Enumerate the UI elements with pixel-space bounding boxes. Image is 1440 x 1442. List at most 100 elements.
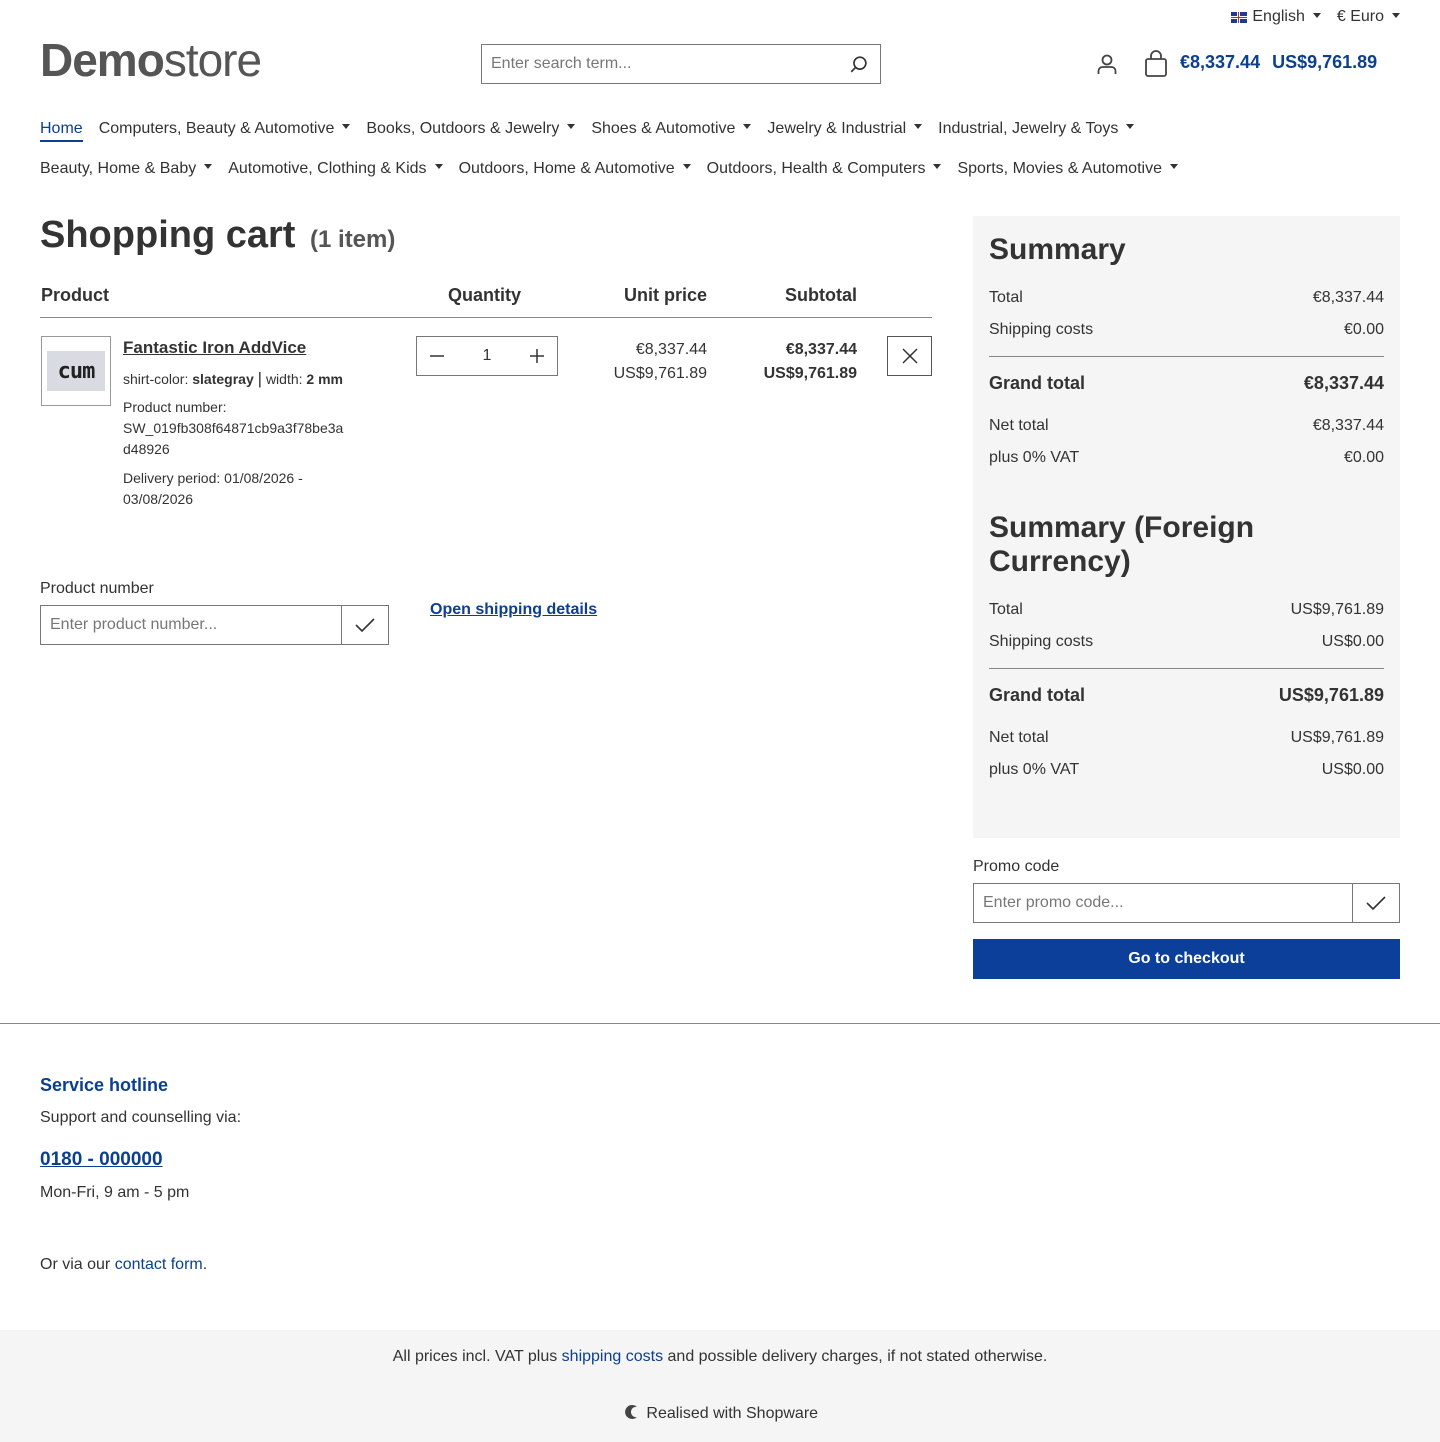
nav-label: Computers, Beauty & Automotive [98, 120, 335, 137]
option-label: width: [265, 371, 303, 387]
language-label: English [1252, 8, 1305, 25]
nav-beauty-home-baby[interactable]: Beauty, Home & Baby [40, 158, 213, 180]
title-line: Currency) [989, 545, 1131, 578]
logo-bold: Demo [40, 34, 165, 86]
summary-vat: plus 0% VAT €0.00 [989, 449, 1384, 467]
summary-label: plus 0% VAT [989, 449, 1080, 466]
go-to-checkout-button[interactable]: Go to checkout [973, 939, 1400, 979]
nav-sports-movies-automotive[interactable]: Sports, Movies & Automotive [957, 158, 1178, 180]
open-shipping-details-link[interactable]: Open shipping details [430, 601, 597, 619]
delivery-period: Delivery period: 01/08/2026 - 03/08/2026 [123, 468, 303, 510]
nav-home[interactable]: Home [40, 118, 83, 142]
footer-bottom: All prices incl. VAT plus shipping costs… [0, 1330, 1440, 1442]
foreign-vat: plus 0% VAT US$0.00 [989, 761, 1384, 779]
hotline-phone-link[interactable]: 0180 - 000000 [40, 1149, 163, 1171]
summary-value: €0.00 [1343, 321, 1384, 338]
vat-post: and possible delivery charges, if not st… [667, 1348, 1048, 1365]
summary-label: Total [989, 601, 1023, 618]
add-product-button[interactable] [341, 606, 388, 644]
nav-label: Industrial, Jewelry & Toys [938, 120, 1119, 137]
chevron-down-icon [1169, 164, 1178, 170]
vat-pre: All prices incl. VAT plus [392, 1348, 558, 1365]
quantity-stepper: 1 [416, 336, 558, 376]
nav-label: Jewelry & Industrial [767, 120, 907, 137]
currency-dropdown[interactable]: € Euro [1337, 6, 1400, 28]
search-icon[interactable] [848, 54, 870, 76]
contact-text: Or via our contact form. [40, 1256, 207, 1274]
store-logo[interactable]: Demostore [40, 34, 262, 86]
topbar: English € Euro [1231, 6, 1400, 28]
line-subtotal: €8,337.44 US$9,761.89 [764, 338, 857, 386]
product-number-info: Product number: SW_019fb308f64871cb9a3f7… [123, 397, 343, 460]
nav-shoes-automotive[interactable]: Shoes & Automotive [591, 118, 752, 142]
nav-label: Beauty, Home & Baby [40, 160, 197, 177]
decrease-quantity-button[interactable] [417, 337, 457, 375]
chevron-down-icon [933, 164, 942, 170]
option-label: shirt-color: [123, 371, 189, 387]
quantity-value[interactable]: 1 [457, 347, 517, 365]
summary-net: Net total €8,337.44 [989, 417, 1384, 435]
cart-total-eur: €8,337.44 [1180, 52, 1261, 72]
summary-label: Net total [989, 417, 1049, 434]
checkmark-icon [1366, 896, 1386, 911]
nav-automotive-clothing-kids[interactable]: Automotive, Clothing & Kids [228, 158, 443, 180]
summary-label: Grand total [989, 685, 1086, 705]
contact-form-link[interactable]: contact form [115, 1256, 203, 1273]
cart-icon[interactable] [1143, 50, 1169, 78]
chevron-down-icon [1126, 124, 1135, 130]
product-number-label: Product number [40, 580, 154, 597]
summary-value: €8,337.44 [1303, 373, 1384, 393]
cart-total-usd: US$9,761.89 [1272, 52, 1378, 72]
account-icon[interactable] [1095, 52, 1119, 76]
nav-label: Sports, Movies & Automotive [957, 160, 1162, 177]
nav-industrial-jewelry-toys[interactable]: Industrial, Jewelry & Toys [938, 118, 1135, 142]
chevron-down-icon [1392, 12, 1400, 18]
promo-code-form [973, 883, 1400, 923]
summary-label: Grand total [989, 373, 1086, 393]
product-number-value: SW_019fb308f64871cb9a3f78be3a [123, 420, 344, 436]
chevron-down-icon [567, 124, 576, 130]
support-text: Support and counselling via: [40, 1109, 242, 1126]
plus-icon [530, 349, 544, 363]
product-number-input[interactable] [41, 606, 341, 644]
hotline-hours: Mon-Fri, 9 am - 5 pm [40, 1184, 190, 1201]
nav-computers-beauty-automotive[interactable]: Computers, Beauty & Automotive [99, 118, 351, 142]
summary-value: €8,337.44 [1312, 417, 1384, 434]
summary-label: Shipping costs [989, 633, 1094, 650]
nav-outdoors-home-automotive[interactable]: Outdoors, Home & Automotive [459, 158, 691, 180]
promo-code-label: Promo code [973, 858, 1060, 875]
checkmark-icon [355, 618, 375, 633]
close-icon [901, 348, 918, 364]
currency-label: € Euro [1336, 8, 1384, 25]
nav-label: Shoes & Automotive [591, 120, 736, 137]
search-input[interactable] [482, 45, 822, 83]
summary-value: US$9,761.89 [1278, 685, 1384, 705]
nav-books-outdoors-jewelry[interactable]: Books, Outdoors & Jewelry [366, 118, 576, 142]
unit-price: €8,337.44 US$9,761.89 [614, 338, 707, 386]
foreign-grand-total: Grand total US$9,761.89 [989, 685, 1384, 706]
nav-jewelry-industrial[interactable]: Jewelry & Industrial [767, 118, 923, 142]
delivery-line: 03/08/2026 [123, 491, 194, 507]
shipping-costs-link[interactable]: shipping costs [562, 1348, 663, 1365]
increase-quantity-button[interactable] [517, 337, 557, 375]
item-count: (1 item) [310, 226, 396, 253]
powered-by[interactable]: Realised with Shopware [0, 1404, 1440, 1423]
unit-price-eur: €8,337.44 [635, 341, 707, 358]
summary-grand-total: Grand total €8,337.44 [989, 373, 1384, 394]
apply-promo-button[interactable] [1352, 884, 1399, 922]
summary-panel: Summary Total €8,337.44 Shipping costs €0.… [973, 216, 1400, 838]
remove-item-button[interactable] [887, 336, 932, 376]
chevron-down-icon [434, 164, 443, 170]
language-dropdown[interactable]: English [1231, 6, 1321, 28]
cart-total[interactable]: €8,337.44 US$9,761.89 [1180, 52, 1377, 73]
summary-title: Summary [989, 233, 1126, 266]
contact-pre: Or via our [40, 1256, 111, 1273]
product-image[interactable]: cum [41, 336, 111, 406]
option-separator: | [257, 369, 263, 388]
page-title-text: Shopping cart [40, 214, 296, 256]
subtotal-eur: €8,337.44 [785, 341, 857, 358]
shopware-logo-icon [625, 1405, 637, 1419]
nav-outdoors-health-computers[interactable]: Outdoors, Health & Computers [707, 158, 942, 180]
product-name-link[interactable]: Fantastic Iron AddVice [123, 338, 306, 358]
promo-code-input[interactable] [974, 884, 1352, 922]
